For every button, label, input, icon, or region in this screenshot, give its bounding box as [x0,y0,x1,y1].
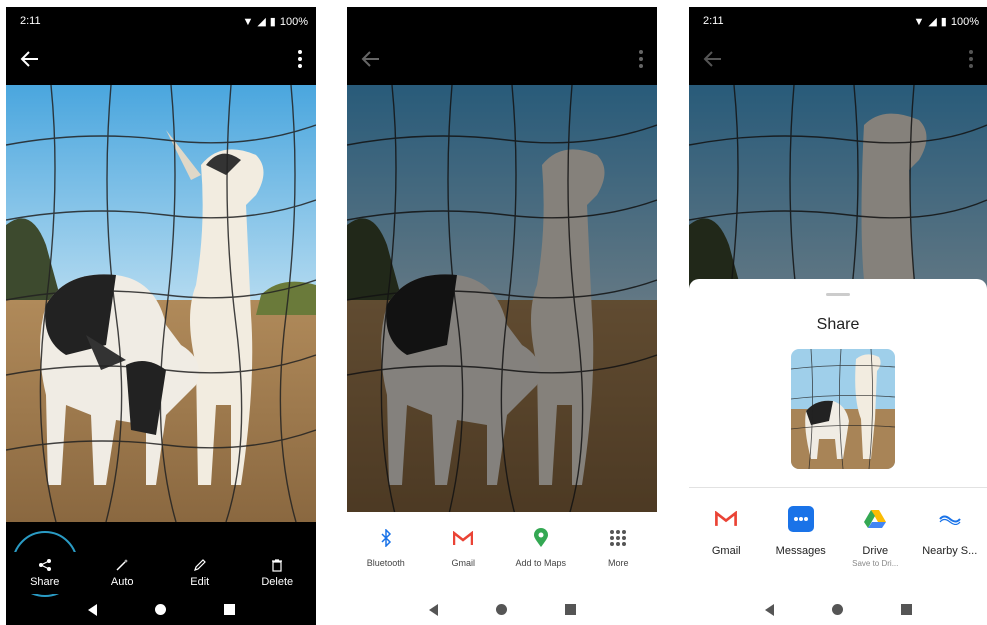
nav-home-icon[interactable] [154,604,166,615]
status-icons: ▼ ◢ ▮ 100% [913,15,979,29]
share-button[interactable]: Share [6,552,84,594]
nav-back-icon[interactable] [87,603,97,616]
gmail-icon [712,505,740,533]
phone-photo-view: 2:11 ▼ ◢ ▮ 100% Share Auto Edit Delete [6,7,316,625]
photo-toolbar: Share Auto Edit Delete [6,552,316,594]
nearby-share-icon [936,505,964,533]
system-nav-bar [6,594,316,625]
maps-label: Add to Maps [515,558,567,568]
bluetooth-icon [376,528,396,548]
wifi-icon: ▼ [913,15,925,28]
goat-photo [347,85,657,522]
share-gmail[interactable]: Gmail [428,528,498,568]
status-bar: 2:11 ▼ ◢ ▮ 100% [6,7,316,35]
pencil-icon [193,559,206,571]
nav-back-icon[interactable] [428,603,438,616]
sheet-divider [689,487,987,488]
edit-label: Edit [190,576,210,588]
more-options-icon[interactable] [965,47,977,71]
nav-recents-icon[interactable] [223,604,235,615]
status-icons: ▼ ◢ ▮ 100% [242,15,308,29]
maps-pin-icon [531,528,551,548]
messages-icon [787,505,815,533]
target-nearby-label: Nearby S... [922,545,978,557]
target-drive-sublabel: Save to Dri... [852,559,899,568]
status-time: 2:11 [20,15,41,27]
share-icon [38,559,51,571]
share-bluetooth[interactable]: Bluetooth [351,528,421,568]
more-label: More [607,558,629,568]
grid-icon [608,528,628,548]
signal-icon: ◢ [928,16,937,28]
app-bar [347,35,657,85]
phone-share-sheet: 2:11 ▼ ◢ ▮ 100% Share Gmail Messages Dri… [689,7,987,625]
auto-label: Auto [110,576,134,588]
phone-share-row: Bluetooth Gmail Add to Maps More [347,7,657,625]
back-arrow-icon[interactable] [701,47,725,71]
sheet-drag-handle[interactable] [826,293,850,296]
share-add-to-maps[interactable]: Add to Maps [506,528,576,568]
battery-icon: ▮ [940,16,947,28]
battery-percent: 100% [950,15,979,28]
share-sheet: Share Gmail Messages Drive Save to Dri..… [689,279,987,625]
shared-photo-thumbnail [791,349,895,469]
bluetooth-label: Bluetooth [366,558,405,568]
goat-photo [6,85,316,522]
target-nearby-share[interactable]: Nearby S... [913,505,987,568]
target-drive-label: Drive [862,545,889,557]
status-bar: 2:11 ▼ ◢ ▮ 100% [689,7,987,35]
drive-icon [861,505,889,533]
app-bar [6,35,316,85]
battery-icon: ▮ [269,16,276,28]
more-options-icon[interactable] [294,47,306,71]
delete-label: Delete [261,576,294,588]
delete-button[interactable]: Delete [239,552,317,594]
magic-wand-icon [116,559,129,571]
nav-recents-icon[interactable] [564,604,576,615]
share-more[interactable]: More [583,528,653,568]
status-time: 2:11 [703,15,724,27]
signal-icon: ◢ [257,16,266,28]
trash-icon [272,559,283,572]
nav-recents-icon[interactable] [900,604,912,615]
app-bar [689,35,987,85]
edit-button[interactable]: Edit [161,552,239,594]
share-targets: Gmail Messages Drive Save to Dri... Near… [689,505,987,568]
nav-back-icon[interactable] [764,603,774,616]
target-messages-label: Messages [775,545,826,557]
wifi-icon: ▼ [242,15,254,28]
share-options-row: Bluetooth Gmail Add to Maps More [347,512,657,594]
target-gmail-label: Gmail [711,545,741,557]
dim-overlay [347,85,657,522]
nav-home-icon[interactable] [495,604,507,615]
more-options-icon[interactable] [635,47,647,71]
system-nav-bar [347,594,657,625]
auto-button[interactable]: Auto [84,552,162,594]
target-drive[interactable]: Drive Save to Dri... [838,505,912,568]
system-nav-bar [689,594,987,625]
gmail-label: Gmail [451,558,475,568]
share-label: Share [30,576,60,588]
target-gmail[interactable]: Gmail [689,505,763,568]
battery-percent: 100% [279,15,308,28]
back-arrow-icon[interactable] [359,47,383,71]
nav-home-icon[interactable] [831,604,843,615]
sheet-title: Share [816,316,860,333]
back-arrow-icon[interactable] [18,47,42,71]
gmail-icon [453,528,474,548]
target-messages[interactable]: Messages [764,505,838,568]
